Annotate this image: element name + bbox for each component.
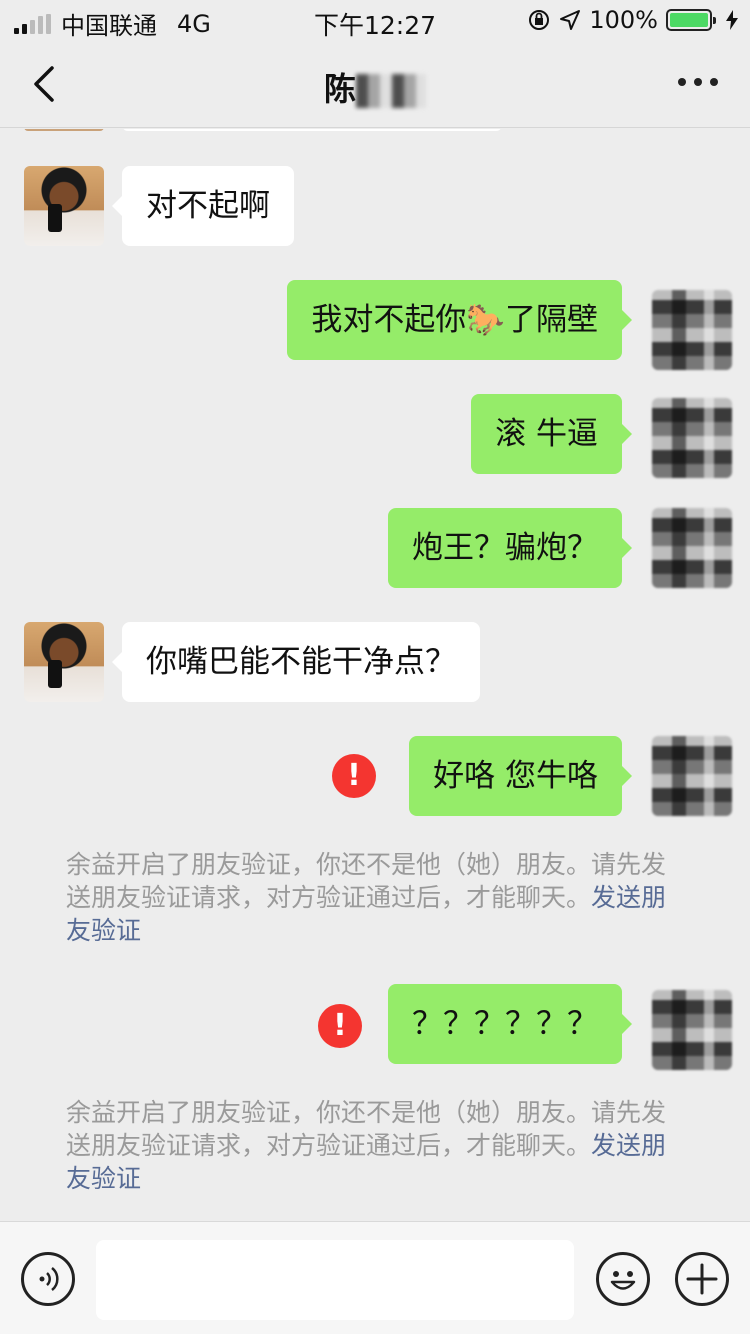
more-functions-button[interactable] — [675, 1252, 729, 1306]
system-message: 余益开启了朋友验证，你还不是他（她）朋友。请先发送朋友验证请求，对方验证通过后，… — [66, 1096, 686, 1195]
message-text: 对不起啊 — [146, 188, 270, 224]
friend-avatar[interactable] — [24, 622, 104, 702]
emoji-icon — [610, 1271, 636, 1290]
message-text: ？？？？？？ — [412, 1006, 598, 1042]
message-bubble-outgoing[interactable]: 滚 牛逼 — [471, 394, 632, 474]
message-bubble-incoming[interactable]: 你嘴巴能不能干净点？ — [112, 622, 480, 702]
message-bubble-incoming[interactable]: 对不起啊 — [112, 166, 294, 246]
previous-avatar — [24, 129, 104, 131]
signal-icon — [14, 13, 51, 34]
status-left: 中国联通 4G — [14, 6, 211, 41]
message-input[interactable] — [96, 1240, 574, 1320]
plus-icon — [686, 1263, 718, 1295]
more-icon[interactable] — [678, 78, 718, 86]
previous-message-bubble — [122, 129, 502, 131]
orientation-lock-icon — [529, 10, 550, 30]
my-avatar[interactable] — [652, 736, 732, 816]
emoji-button[interactable] — [596, 1252, 650, 1306]
location-icon — [560, 10, 581, 30]
voice-icon — [39, 1267, 59, 1291]
status-bar: 中国联通 4G 下午12:27 100% — [0, 0, 750, 40]
message-bubble-outgoing[interactable]: 我对不起你🐎了隔壁 — [287, 280, 632, 360]
message-bubble-outgoing[interactable]: 炮王？骗炮？ — [388, 508, 632, 588]
carrier-label: 中国联通 — [61, 12, 157, 40]
voice-input-button[interactable] — [21, 1252, 75, 1306]
chat-title: 陈 — [0, 64, 750, 110]
message-bubble-outgoing[interactable]: 好咯 您牛咯 — [409, 736, 632, 816]
send-failed-icon[interactable]: ! — [332, 754, 376, 798]
my-avatar[interactable] — [652, 398, 732, 478]
message-bubble-outgoing[interactable]: ？？？？？？ — [388, 984, 632, 1064]
send-failed-icon[interactable]: ! — [318, 1004, 362, 1048]
system-message-text: 余益开启了朋友验证，你还不是他（她）朋友。请先发送朋友验证请求，对方验证通过后，… — [66, 850, 667, 912]
status-right: 100% — [527, 6, 738, 34]
charging-icon — [726, 10, 738, 30]
message-text: 滚 牛逼 — [495, 416, 598, 452]
message-text: 你嘴巴能不能干净点？ — [146, 644, 456, 680]
battery-icon — [666, 9, 716, 31]
network-label: 4G — [177, 9, 211, 38]
nav-bar: 陈 — [0, 40, 750, 128]
chat-title-text: 陈 — [323, 70, 356, 108]
chat-area[interactable]: 对不起啊 我对不起你🐎了隔壁 滚 牛逼 炮王？骗炮？ 你嘴巴能不能干净点？ ! … — [0, 129, 750, 1221]
message-text: 好咯 您牛咯 — [433, 758, 598, 794]
my-avatar[interactable] — [652, 990, 732, 1070]
message-text: 我对不起你🐎了隔壁 — [311, 302, 598, 338]
battery-percent: 100% — [589, 6, 658, 34]
my-avatar[interactable] — [652, 508, 732, 588]
friend-avatar[interactable] — [24, 166, 104, 246]
input-bar — [0, 1221, 750, 1334]
redacted-name — [356, 74, 426, 108]
my-avatar[interactable] — [652, 290, 732, 370]
message-text: 炮王？骗炮？ — [412, 530, 598, 566]
system-message-text: 余益开启了朋友验证，你还不是他（她）朋友。请先发送朋友验证请求，对方验证通过后，… — [66, 1098, 667, 1160]
system-message: 余益开启了朋友验证，你还不是他（她）朋友。请先发送朋友验证请求，对方验证通过后，… — [66, 848, 686, 947]
